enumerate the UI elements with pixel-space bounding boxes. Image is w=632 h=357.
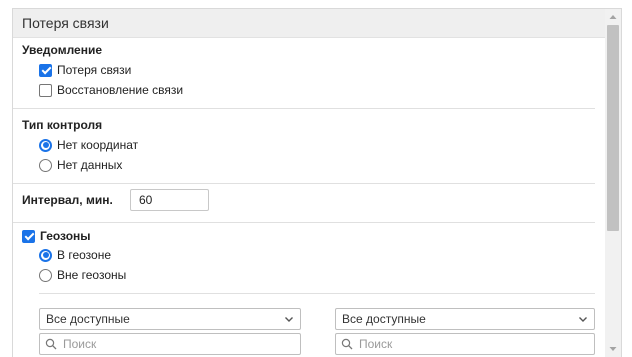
notification-title: Уведомление [22,43,103,57]
loss-of-connection-panel: Потеря связи Уведомление Потеря связи Во… [12,8,622,357]
left-filter-select[interactable]: Все доступные [39,308,301,330]
no-data-label: Нет данных [57,158,123,172]
search-icon [341,338,353,350]
interval-input[interactable] [130,189,209,211]
right-filter-value: Все доступные [342,312,426,326]
right-search-input[interactable] [357,336,594,352]
out-geozone-radio[interactable] [39,268,52,282]
out-geozone-label: Вне геозоны [57,268,127,282]
divider [13,183,595,184]
no-coordinates-radio-row[interactable]: Нет координат [39,137,138,153]
scroll-up-button[interactable] [605,9,621,25]
out-geozone-radio-row[interactable]: Вне геозоны [39,267,126,283]
in-geozone-label: В геозоне [57,248,112,262]
no-coordinates-radio[interactable] [39,138,52,152]
geozones-label: Геозоны [40,229,91,243]
geozones-checkbox[interactable] [22,229,35,243]
search-icon [45,338,57,350]
divider [39,293,595,294]
panel-header: Потеря связи [13,9,605,38]
notify-loss-checkbox-row[interactable]: Потеря связи [39,62,131,78]
vertical-scrollbar[interactable] [605,9,621,357]
no-data-radio-row[interactable]: Нет данных [39,157,122,173]
arrow-down-icon [609,347,617,351]
divider [13,108,595,109]
left-filter-value: Все доступные [46,312,130,326]
interval-label: Интервал, мин. [22,193,113,207]
notify-loss-label: Потеря связи [57,63,132,77]
arrow-up-icon [609,15,617,19]
geozones-checkbox-row[interactable]: Геозоны [22,228,91,244]
scroll-down-button[interactable] [605,341,621,357]
control-type-title: Тип контроля [22,118,103,132]
divider [13,222,595,223]
no-coordinates-label: Нет координат [57,138,139,152]
panel-title: Потеря связи [22,15,109,31]
no-data-radio[interactable] [39,158,52,172]
notify-restore-label: Восстановление связи [57,83,184,97]
in-geozone-radio[interactable] [39,248,52,262]
notify-restore-checkbox-row[interactable]: Восстановление связи [39,82,183,98]
notify-loss-checkbox[interactable] [39,63,52,77]
chevron-down-icon [285,317,293,322]
right-search-box[interactable] [335,333,595,355]
right-filter-select[interactable]: Все доступные [335,308,595,330]
scrollbar-thumb[interactable] [607,25,619,231]
notify-restore-checkbox[interactable] [39,83,52,97]
chevron-down-icon [579,317,587,322]
left-search-box[interactable] [39,333,301,355]
in-geozone-radio-row[interactable]: В геозоне [39,247,111,263]
left-search-input[interactable] [61,336,300,352]
